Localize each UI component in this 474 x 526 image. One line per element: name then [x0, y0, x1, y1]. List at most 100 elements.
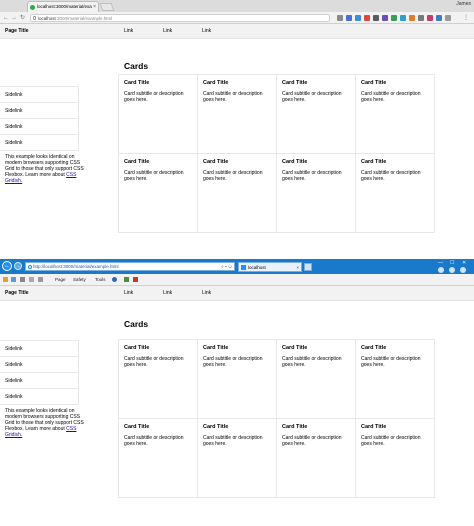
card-title: Card Title [361, 80, 387, 86]
ie-tab[interactable]: localhost × [238, 262, 302, 272]
safety-menu[interactable]: Safety [73, 274, 86, 285]
new-tab-button[interactable] [304, 263, 312, 271]
card: Card Title Card subtitle or description g… [356, 75, 435, 154]
page-menu[interactable]: Page [55, 274, 66, 285]
forward-arrow-icon[interactable]: → [14, 262, 22, 270]
close-tab-icon[interactable]: × [93, 2, 96, 12]
chrome-address-bar[interactable]: localhost:3000/material/example.html [30, 14, 330, 22]
extension-icon[interactable] [400, 15, 406, 21]
chrome-tab[interactable]: localhost:3000/material/exa × [27, 1, 99, 12]
page-info-icon[interactable] [33, 16, 36, 20]
ie-logo-icon [28, 265, 32, 269]
page-content: Page Title Link Link Link Cards Sidelink… [0, 24, 474, 233]
sidelink[interactable]: Sidelink [0, 373, 79, 389]
extension-icon[interactable] [124, 277, 129, 282]
home-icon[interactable] [438, 267, 444, 273]
card: Card Title Card subtitle or description g… [356, 340, 435, 419]
sidelink[interactable]: Sidelink [0, 341, 79, 357]
card-title: Card Title [282, 345, 308, 351]
card-subtitle: Card subtitle or description goes here. [203, 356, 263, 368]
sidelink[interactable]: Sidelink [0, 103, 79, 119]
close-tab-icon[interactable]: × [296, 263, 299, 272]
forward-arrow-icon[interactable]: → [11, 13, 17, 23]
extension-icon[interactable] [391, 15, 397, 21]
extension-icon[interactable] [133, 277, 138, 282]
print-icon[interactable] [38, 277, 43, 282]
extension-icon[interactable] [418, 15, 424, 21]
page-title: Page Title [5, 28, 29, 34]
sidelink[interactable]: Sidelink [0, 135, 79, 151]
sidelink[interactable]: Sidelink [0, 119, 79, 135]
extension-icon[interactable] [382, 15, 388, 21]
card-subtitle: Card subtitle or description goes here. [361, 435, 421, 447]
reload-icon[interactable]: ↻ [20, 13, 25, 23]
sidelink[interactable]: Sidelink [0, 357, 79, 373]
chrome-tab-bar: localhost:3000/material/exa × James [0, 0, 474, 12]
ie-address-bar[interactable]: http://localhost:3000/material/example.h… [25, 262, 235, 271]
favorites-icon[interactable] [3, 277, 8, 282]
close-window-icon[interactable]: ✕ [462, 260, 466, 266]
card: Card Title Card subtitle or description g… [119, 154, 198, 233]
card: Card Title Card subtitle or description g… [119, 419, 198, 498]
settings-gear-icon[interactable] [460, 267, 466, 273]
extension-icon[interactable] [346, 15, 352, 21]
sidelink[interactable]: Sidelink [0, 87, 79, 103]
chrome-window: localhost:3000/material/exa × James ← → … [0, 0, 474, 245]
sidelinks-nav: Sidelink Sidelink Sidelink Sidelink [0, 86, 79, 151]
header-link[interactable]: Link [124, 286, 133, 301]
card: Card Title Card subtitle or description g… [119, 75, 198, 154]
menu-icon[interactable]: ⋮ [463, 13, 469, 23]
feeds-icon[interactable] [20, 277, 25, 282]
card-title: Card Title [203, 159, 229, 165]
extension-icon[interactable] [364, 15, 370, 21]
header-link[interactable]: Link [202, 286, 211, 301]
page-title: Page Title [5, 290, 29, 296]
help-icon[interactable] [112, 277, 117, 282]
maximize-icon[interactable]: ☐ [450, 260, 454, 266]
info-note: This example looks identical on modern b… [5, 154, 85, 184]
card: Card Title Card subtitle or description g… [277, 340, 356, 419]
card-title: Card Title [203, 80, 229, 86]
ie-window: ← → http://localhost:3000/material/examp… [0, 259, 474, 526]
minimize-icon[interactable]: — [438, 260, 443, 266]
extension-icon[interactable] [445, 15, 451, 21]
extension-icon[interactable] [436, 15, 442, 21]
back-arrow-icon[interactable]: ← [2, 261, 12, 271]
ie-tab-title: localhost [248, 265, 266, 270]
header-link[interactable]: Link [124, 24, 133, 39]
extension-icon[interactable] [355, 15, 361, 21]
header-link[interactable]: Link [163, 24, 172, 39]
card-subtitle: Card subtitle or description goes here. [282, 435, 342, 447]
chrome-profile-name[interactable]: James [456, 1, 471, 7]
search-refresh-icon[interactable]: ⌕ ▾ ↻ [221, 263, 232, 270]
card-subtitle: Card subtitle or description goes here. [203, 170, 263, 182]
tools-menu[interactable]: Tools [95, 274, 106, 285]
card-subtitle: Card subtitle or description goes here. [203, 91, 263, 103]
card: Card Title Card subtitle or description g… [119, 340, 198, 419]
extension-icon[interactable] [373, 15, 379, 21]
url-host: localhost [38, 16, 56, 21]
header-link[interactable]: Link [202, 24, 211, 39]
card: Card Title Card subtitle or description g… [277, 154, 356, 233]
card-title: Card Title [282, 159, 308, 165]
extension-icon[interactable] [337, 15, 343, 21]
cards-grid: Card Title Card subtitle or description g… [118, 339, 435, 498]
ie-title-bar: ← → http://localhost:3000/material/examp… [0, 259, 474, 274]
info-note: This example looks identical on modern b… [5, 408, 85, 438]
suggested-sites-icon[interactable] [11, 277, 16, 282]
sidelink[interactable]: Sidelink [0, 389, 79, 405]
header-link[interactable]: Link [163, 286, 172, 301]
sidelinks-nav: Sidelink Sidelink Sidelink Sidelink [0, 340, 79, 405]
read-mail-icon[interactable] [29, 277, 34, 282]
card-title: Card Title [361, 424, 387, 430]
page-header: Page Title Link Link Link [0, 286, 474, 301]
card-subtitle: Card subtitle or description goes here. [203, 435, 263, 447]
new-tab-button[interactable] [99, 3, 115, 11]
page-favicon-icon [30, 5, 35, 10]
extension-icon[interactable] [409, 15, 415, 21]
card: Card Title Card subtitle or description g… [198, 75, 277, 154]
favorites-star-icon[interactable] [449, 267, 455, 273]
back-arrow-icon[interactable]: ← [3, 13, 9, 23]
card-title: Card Title [203, 424, 229, 430]
extension-icon[interactable] [427, 15, 433, 21]
